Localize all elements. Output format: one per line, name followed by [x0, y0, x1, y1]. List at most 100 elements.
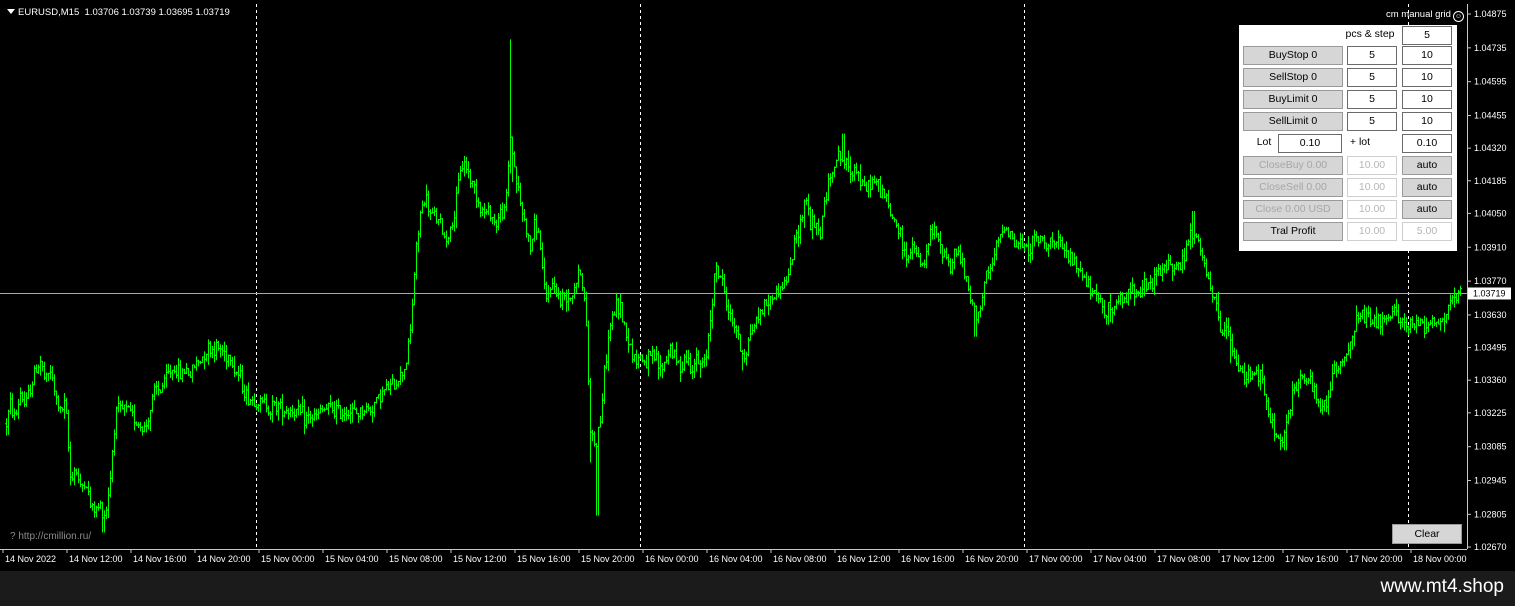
price-bar — [1211, 285, 1214, 303]
buylimit-button[interactable]: BuyLimit 0 — [1243, 90, 1343, 109]
time-axis: 14 Nov 2022 14 Nov 12:00 14 Nov 16:00 14 No… — [2, 549, 1467, 564]
price-bar — [789, 257, 792, 276]
x-tick-label: 17 Nov 20:00 — [1349, 554, 1403, 564]
sellstop-step-input[interactable]: 10 — [1402, 68, 1452, 87]
clear-button[interactable]: Clear — [1392, 524, 1462, 544]
price-bar — [965, 276, 968, 283]
lot-input[interactable]: 0.10 — [1278, 134, 1342, 153]
footer-site: www.mt4.shop — [1380, 576, 1504, 597]
price-bar — [1199, 237, 1202, 256]
price-bar — [1085, 271, 1088, 287]
price-bar — [345, 406, 348, 421]
price-bar — [75, 468, 78, 476]
price-bar — [1227, 317, 1230, 337]
price-bar — [725, 286, 728, 311]
price-bar — [775, 285, 778, 301]
close-usd-input[interactable]: 10.00 — [1347, 200, 1397, 219]
closesell-button[interactable]: CloseSell 0.00 — [1243, 178, 1343, 197]
sellstop-button[interactable]: SellStop 0 — [1243, 68, 1343, 87]
pcs-step-input[interactable]: 5 — [1402, 26, 1452, 45]
price-bar — [999, 233, 1002, 244]
closebuy-button[interactable]: CloseBuy 0.00 — [1243, 156, 1343, 175]
closesell-auto-button[interactable]: auto — [1402, 178, 1452, 197]
price-bar — [699, 360, 702, 378]
buystop-pcs-input[interactable]: 5 — [1347, 46, 1397, 65]
price-bar — [367, 403, 370, 412]
price-bar — [1363, 304, 1366, 324]
price-bar — [573, 283, 576, 299]
price-bar — [625, 322, 628, 342]
selllimit-pcs-input[interactable]: 5 — [1347, 112, 1397, 131]
price-bar — [1081, 267, 1084, 281]
x-tick-label: 17 Nov 04:00 — [1093, 554, 1147, 564]
sellstop-pcs-input[interactable]: 5 — [1347, 68, 1397, 87]
price-bar — [743, 348, 746, 363]
price-bar — [591, 429, 594, 442]
price-bar — [1333, 360, 1336, 375]
price-bar — [313, 408, 316, 421]
price-bar — [705, 349, 708, 367]
price-bar — [1421, 318, 1424, 324]
price-bar — [153, 383, 156, 401]
tral-profit-input[interactable]: 10.00 — [1347, 222, 1397, 241]
price-bar — [53, 374, 56, 396]
price-bar — [1381, 311, 1384, 336]
price-bar — [933, 221, 936, 240]
price-bar — [1151, 278, 1154, 292]
price-bar — [1161, 263, 1164, 282]
price-bar — [117, 396, 120, 413]
price-bar — [39, 355, 42, 376]
price-bar — [971, 299, 974, 306]
price-bar — [9, 392, 12, 415]
price-bar — [1133, 283, 1136, 306]
selllimit-button[interactable]: SellLimit 0 — [1243, 112, 1343, 131]
x-tick-label: 17 Nov 00:00 — [1029, 554, 1083, 564]
price-bar — [561, 288, 564, 311]
price-bar — [1439, 317, 1442, 331]
buylimit-pcs-input[interactable]: 5 — [1347, 90, 1397, 109]
price-bar — [441, 218, 444, 235]
price-bar — [733, 318, 736, 334]
close-usd-button[interactable]: Close 0.00 USD — [1243, 200, 1343, 219]
price-bar — [953, 248, 956, 270]
dropdown-triangle-icon[interactable] — [7, 9, 15, 14]
price-bar — [577, 264, 580, 288]
price-bar — [47, 372, 50, 381]
price-bar — [1359, 312, 1362, 322]
price-bar — [473, 180, 476, 194]
tral-profit-button[interactable]: Tral Profit — [1243, 222, 1343, 241]
plus-lot-input[interactable]: 0.10 — [1402, 134, 1452, 153]
close-usd-auto-button[interactable]: auto — [1402, 200, 1452, 219]
price-bar — [911, 237, 914, 260]
price-bar — [685, 349, 688, 364]
price-bar — [1251, 370, 1254, 380]
buystop-button[interactable]: BuyStop 0 — [1243, 46, 1343, 65]
price-bar — [351, 402, 354, 423]
price-bar — [1293, 383, 1296, 395]
price-bar — [1141, 279, 1144, 298]
footer-bar: www.mt4.shop — [0, 571, 1515, 606]
price-bar — [955, 248, 958, 257]
price-bar — [857, 170, 860, 182]
price-bar — [1201, 247, 1204, 261]
closebuy-input[interactable]: 10.00 — [1347, 156, 1397, 175]
price-bar — [531, 238, 534, 252]
price-bar — [155, 380, 158, 395]
closesell-input[interactable]: 10.00 — [1347, 178, 1397, 197]
price-bar — [731, 308, 734, 327]
price-bar — [1445, 314, 1448, 324]
price-bar — [1303, 373, 1306, 384]
price-bar — [393, 378, 396, 390]
selllimit-step-input[interactable]: 10 — [1402, 112, 1452, 131]
price-bar — [901, 225, 904, 260]
price-bar — [1027, 236, 1030, 262]
price-bar — [1391, 305, 1394, 319]
buylimit-step-input[interactable]: 10 — [1402, 90, 1452, 109]
tral-step-input[interactable]: 5.00 — [1402, 222, 1452, 241]
buystop-step-input[interactable]: 10 — [1402, 46, 1452, 65]
closebuy-auto-button[interactable]: auto — [1402, 156, 1452, 175]
price-bar — [963, 257, 966, 280]
price-bar — [99, 500, 102, 509]
author-link[interactable]: ? http://cmillion.ru/ — [10, 531, 91, 542]
price-bar — [827, 173, 830, 201]
